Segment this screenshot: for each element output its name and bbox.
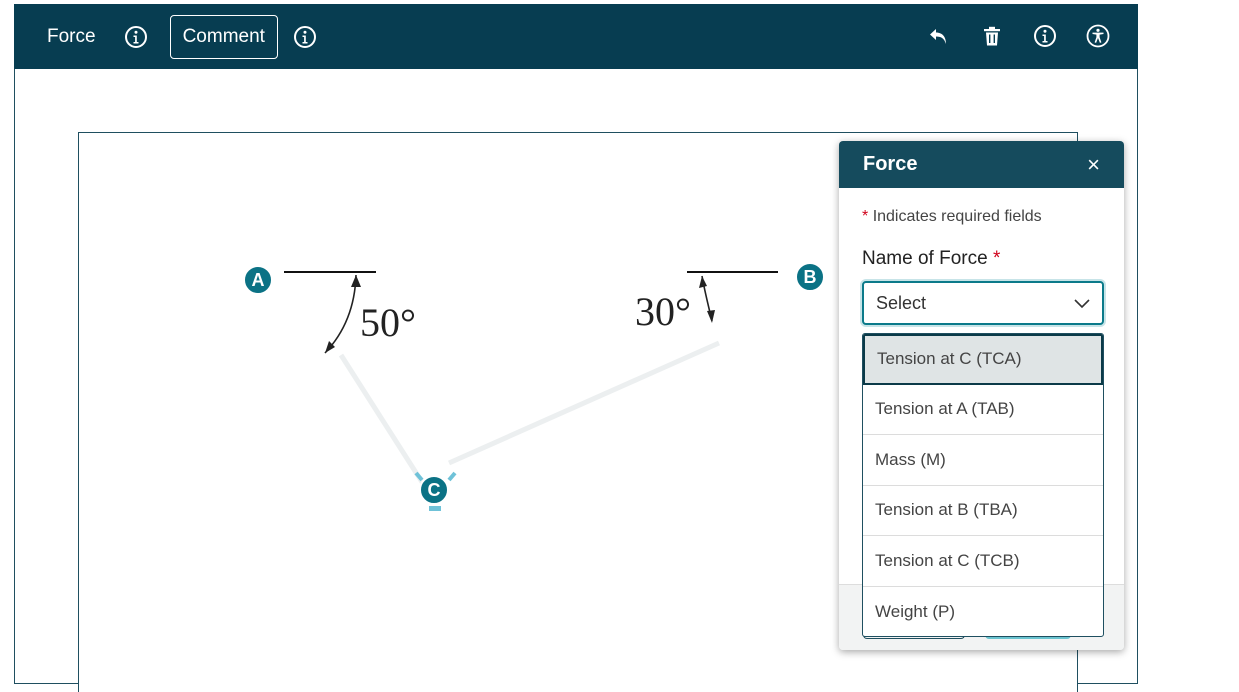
name-of-force-label: Name of Force *	[862, 248, 1000, 270]
option-tension-a-tab[interactable]: Tension at A (TAB)	[863, 385, 1103, 435]
undo-icon[interactable]	[927, 24, 951, 48]
required-fields-note: * Indicates required fields	[862, 208, 1042, 226]
trash-icon[interactable]	[980, 24, 1004, 48]
point-c-marker[interactable]: C	[419, 475, 449, 505]
option-tension-c-tca[interactable]: Tension at C (TCA)	[863, 334, 1103, 385]
option-weight-p[interactable]: Weight (P)	[863, 587, 1103, 637]
angle-b-label: 30°	[635, 289, 691, 334]
info-icon[interactable]	[124, 25, 148, 49]
panel-title: Force	[863, 153, 918, 175]
angle-a-label: 50°	[360, 300, 416, 345]
select-value: Select	[876, 292, 927, 313]
comment-button[interactable]: Comment	[169, 14, 278, 59]
point-b-marker[interactable]: B	[795, 262, 825, 292]
required-star: *	[862, 208, 869, 225]
field-label-text: Name of Force	[862, 248, 988, 269]
accessibility-icon[interactable]	[1086, 24, 1110, 48]
point-a-marker[interactable]: A	[243, 265, 273, 295]
chevron-down-icon	[1074, 293, 1090, 314]
info-icon[interactable]	[1033, 24, 1057, 48]
required-star: *	[992, 248, 1001, 269]
close-icon[interactable]: ×	[1087, 153, 1100, 176]
option-tension-c-tcb[interactable]: Tension at C (TCB)	[863, 536, 1103, 587]
toolbar-actions	[927, 24, 1110, 48]
panel-header: Force ×	[839, 141, 1124, 188]
force-name-select[interactable]: Select	[862, 281, 1104, 325]
option-mass-m[interactable]: Mass (M)	[863, 435, 1103, 486]
option-tension-b-tba[interactable]: Tension at B (TBA)	[863, 486, 1103, 536]
info-icon[interactable]	[293, 25, 317, 49]
force-tool-label[interactable]: Force	[47, 26, 96, 48]
toolbar: Force Comment	[14, 4, 1138, 69]
required-note-text: Indicates required fields	[872, 208, 1042, 225]
force-name-options: Tension at C (TCA) Tension at A (TAB) Ma…	[862, 333, 1104, 637]
